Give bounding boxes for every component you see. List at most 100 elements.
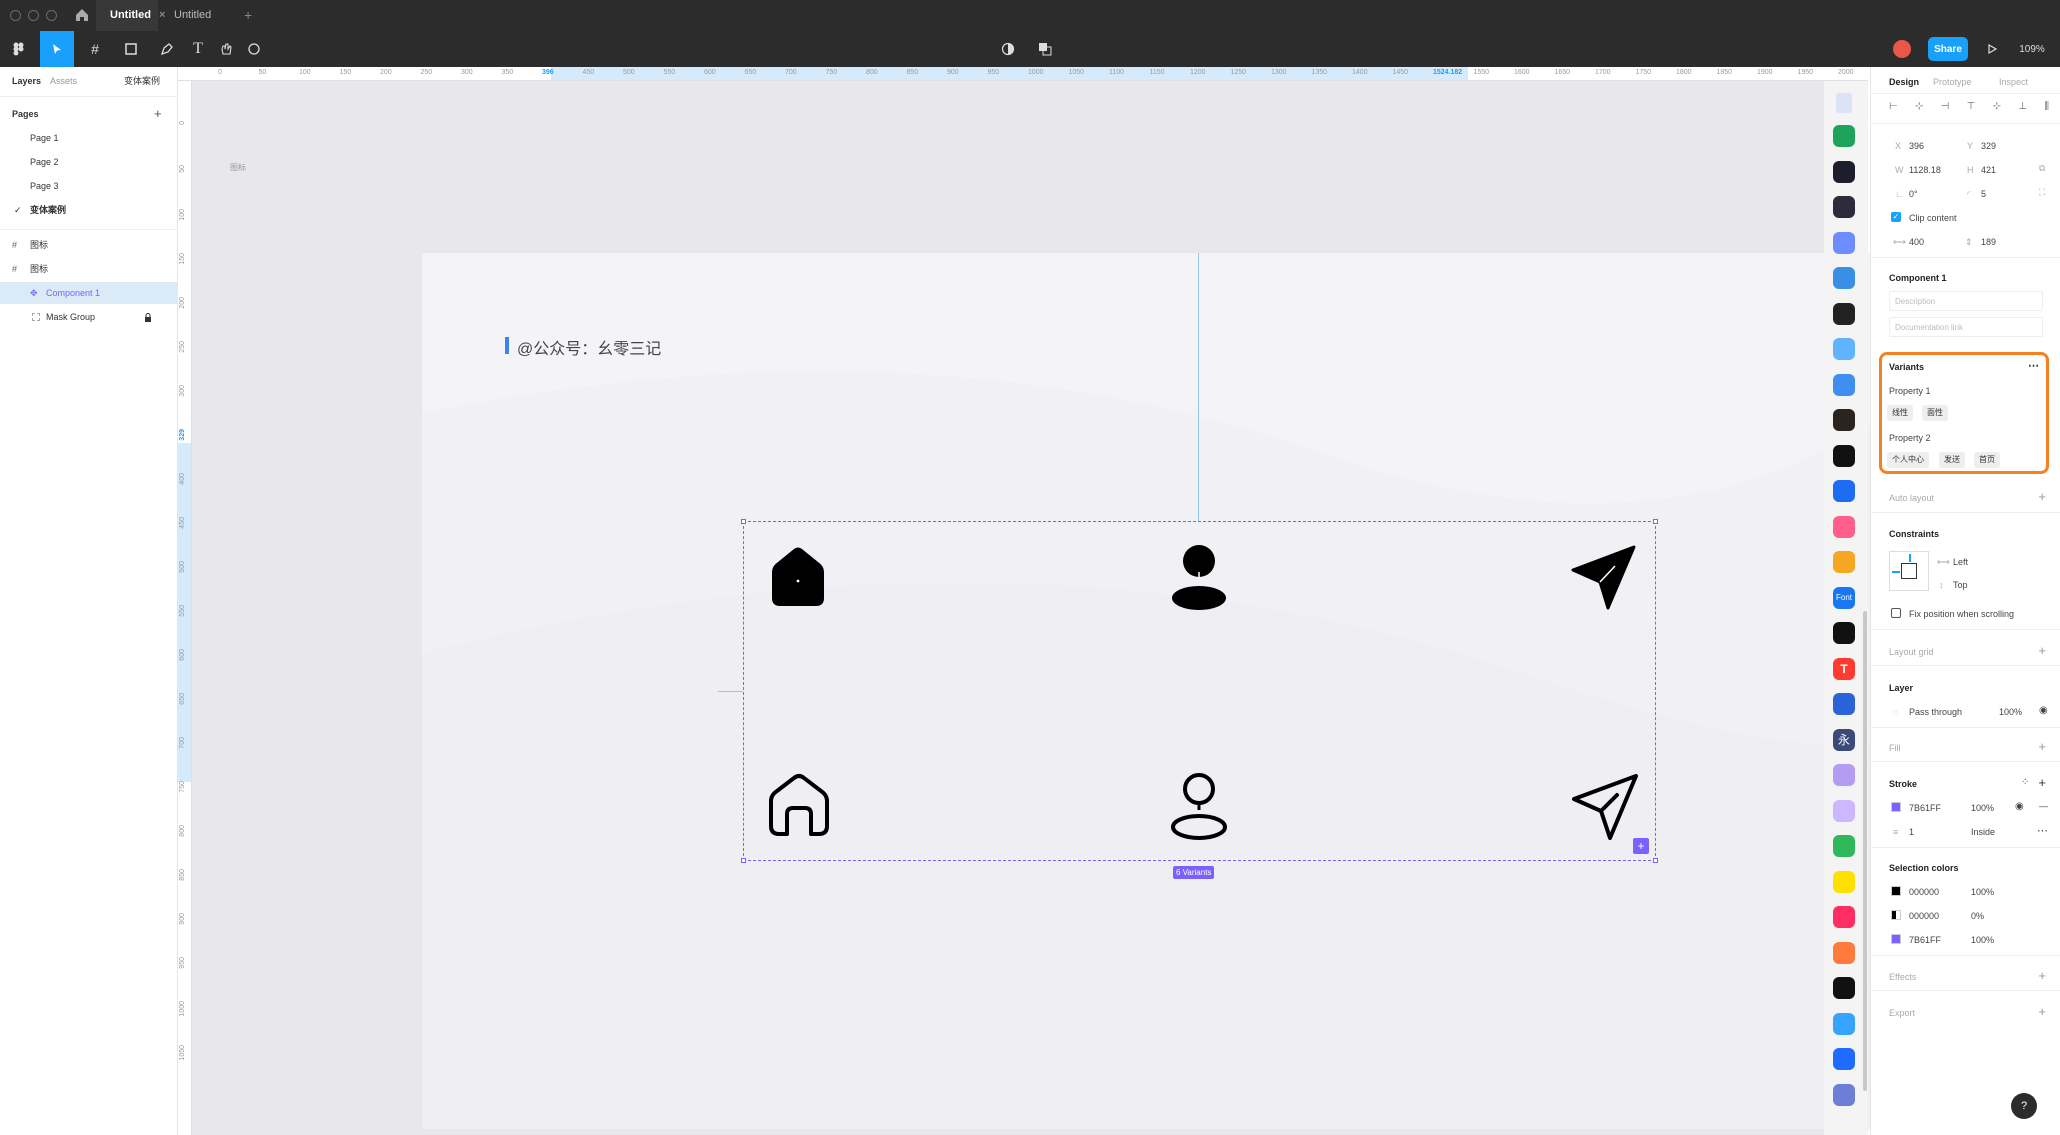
green-plugin-icon[interactable]	[1833, 835, 1855, 857]
add-fill-button[interactable]: +	[2038, 739, 2046, 754]
new-tab-button[interactable]: +	[230, 0, 266, 31]
frame-icons[interactable]: @公众号：幺零三记 + 6 Variants	[422, 253, 1972, 1129]
t-plugin-icon[interactable]: T	[1833, 657, 1855, 680]
home-icon[interactable]	[74, 7, 90, 23]
share-button[interactable]: Share	[1928, 37, 1968, 61]
align-left-icon[interactable]: ⊢	[1889, 101, 1898, 115]
tab-design[interactable]: Design	[1889, 77, 1919, 87]
box-plugin-icon[interactable]	[1833, 551, 1855, 573]
home-filled-icon[interactable]	[766, 544, 830, 608]
documentation-link-input[interactable]: Documentation link	[1889, 317, 2043, 337]
stroke-weight-field[interactable]: 1	[1909, 827, 1914, 837]
plugin-bar-handle[interactable]	[1836, 93, 1852, 113]
move-tool-button[interactable]	[40, 31, 74, 67]
selection-color-swatch[interactable]	[1891, 886, 1901, 896]
refresh-plugin-icon[interactable]	[1833, 125, 1855, 147]
corner-radius-field[interactable]: 5	[1981, 189, 1986, 199]
shape-tool-button[interactable]	[116, 31, 146, 67]
align-middle-icon[interactable]: ⊹	[1993, 101, 2001, 115]
align-center-h-icon[interactable]: ⊹	[1915, 101, 1923, 115]
dark-plugin-icon[interactable]	[1833, 977, 1855, 999]
comment-tool-button[interactable]	[242, 31, 266, 67]
home-outline-icon[interactable]	[766, 772, 832, 838]
spacing-v-field[interactable]: 189	[1981, 237, 1996, 247]
page-item[interactable]: Page 3	[0, 175, 178, 197]
stroke-color-swatch[interactable]	[1891, 802, 1901, 812]
page-item[interactable]: Page 2	[0, 151, 178, 173]
variant-value-chip[interactable]: 面性	[1922, 405, 1948, 421]
layer-row[interactable]: # 图标	[0, 234, 178, 256]
variant-value-chip[interactable]: 首页	[1974, 452, 2000, 468]
blue-pen-plugin-icon[interactable]	[1833, 1048, 1855, 1070]
align-bottom-icon[interactable]: ⊥	[2018, 101, 2027, 115]
user-filled-icon[interactable]	[1169, 544, 1229, 612]
stroke-align-select[interactable]: Inside	[1971, 827, 1995, 837]
scrollbar[interactable]	[1863, 611, 1867, 1091]
spacing-h-field[interactable]: 400	[1909, 237, 1924, 247]
distribute-icon[interactable]: ⫼	[2044, 101, 2049, 115]
clip-content-checkbox[interactable]: ✓	[1891, 212, 1901, 222]
present-button[interactable]	[1980, 31, 2004, 67]
selection-color-hex[interactable]: 000000	[1909, 911, 1939, 921]
stroke-more-icon[interactable]: ⋯	[2037, 824, 2048, 837]
component-set-variants[interactable]: +	[741, 519, 1658, 863]
measure-plugin-icon[interactable]	[1833, 799, 1855, 822]
selection-color-opacity[interactable]: 100%	[1971, 887, 1994, 897]
dark-square-plugin-icon[interactable]	[1833, 409, 1855, 431]
avatar[interactable]	[1890, 31, 1914, 67]
rotation-field[interactable]: 0°	[1909, 189, 1918, 199]
font-plugin-icon[interactable]: Font	[1833, 586, 1855, 609]
main-menu-button[interactable]	[4, 31, 34, 67]
tab-layers[interactable]: Layers	[12, 70, 41, 92]
resize-handle[interactable]	[1653, 858, 1658, 863]
align-right-icon[interactable]: ⊣	[1941, 101, 1950, 115]
tab-assets[interactable]: Assets	[50, 70, 77, 92]
add-layout-grid-button[interactable]: +	[2038, 643, 2046, 658]
cycle-plugin-icon[interactable]	[1833, 480, 1855, 502]
page-dropdown[interactable]: 变体案例	[124, 70, 160, 92]
add-variant-button[interactable]: +	[1633, 838, 1649, 854]
text-tool-button[interactable]: T	[186, 31, 210, 67]
lines-plugin-icon[interactable]	[1833, 693, 1855, 715]
add-effect-button[interactable]: +	[2038, 968, 2046, 983]
hand-tool-button[interactable]	[214, 31, 238, 67]
circle-plugin-icon[interactable]	[1833, 622, 1855, 644]
game-plugin-icon[interactable]	[1833, 515, 1855, 538]
fix-position-checkbox[interactable]	[1891, 608, 1901, 618]
stroke-styles-icon[interactable]: ⁘	[2021, 777, 2029, 788]
selection-color-swatch[interactable]	[1891, 910, 1901, 920]
resize-handle[interactable]	[741, 858, 746, 863]
help-button[interactable]: ?	[2011, 1093, 2037, 1119]
gear-plugin-icon[interactable]	[1833, 302, 1855, 325]
h-field[interactable]: 421	[1981, 165, 1996, 175]
x-field[interactable]: 396	[1909, 141, 1924, 151]
selection-color-opacity[interactable]: 0%	[1971, 911, 1984, 921]
compass-plugin-icon[interactable]	[1833, 160, 1855, 183]
variant-value-chip[interactable]: 个人中心	[1887, 452, 1929, 468]
variant-value-chip[interactable]: 线性	[1887, 405, 1913, 421]
resize-handle[interactable]	[1653, 519, 1658, 524]
frame-label[interactable]: 图标	[230, 162, 246, 173]
stroke-opacity-field[interactable]: 100%	[1971, 803, 1994, 813]
layer-opacity-field[interactable]: 100%	[1999, 707, 2022, 717]
tab-untitled-2[interactable]: Untitled	[160, 0, 230, 31]
resize-handle[interactable]	[741, 519, 746, 524]
close-window-button[interactable]	[10, 10, 21, 21]
horizontal-constraint-select[interactable]: Left	[1953, 557, 1968, 567]
pen-tool-button[interactable]	[152, 31, 182, 67]
add-page-button[interactable]: +	[154, 103, 162, 125]
person-plugin-icon[interactable]	[1833, 941, 1855, 964]
layers-plugin-icon[interactable]	[1833, 1083, 1855, 1106]
mask-toggle-button[interactable]	[996, 31, 1020, 67]
frame-plugin-icon[interactable]	[1833, 1012, 1855, 1035]
selection-color-opacity[interactable]: 100%	[1971, 935, 1994, 945]
component-tools-button[interactable]	[1030, 31, 1060, 67]
constraints-widget[interactable]	[1889, 551, 1929, 591]
send-filled-icon[interactable]	[1570, 544, 1638, 612]
wave-plugin-icon[interactable]	[1833, 444, 1855, 467]
palette-plugin-icon[interactable]	[1833, 196, 1855, 218]
frame-tool-button[interactable]: #	[80, 31, 110, 67]
stroke-hex-field[interactable]: 7B61FF	[1909, 803, 1941, 813]
feather-plugin-icon[interactable]	[1833, 764, 1855, 786]
stack-plugin-icon[interactable]	[1833, 338, 1855, 360]
